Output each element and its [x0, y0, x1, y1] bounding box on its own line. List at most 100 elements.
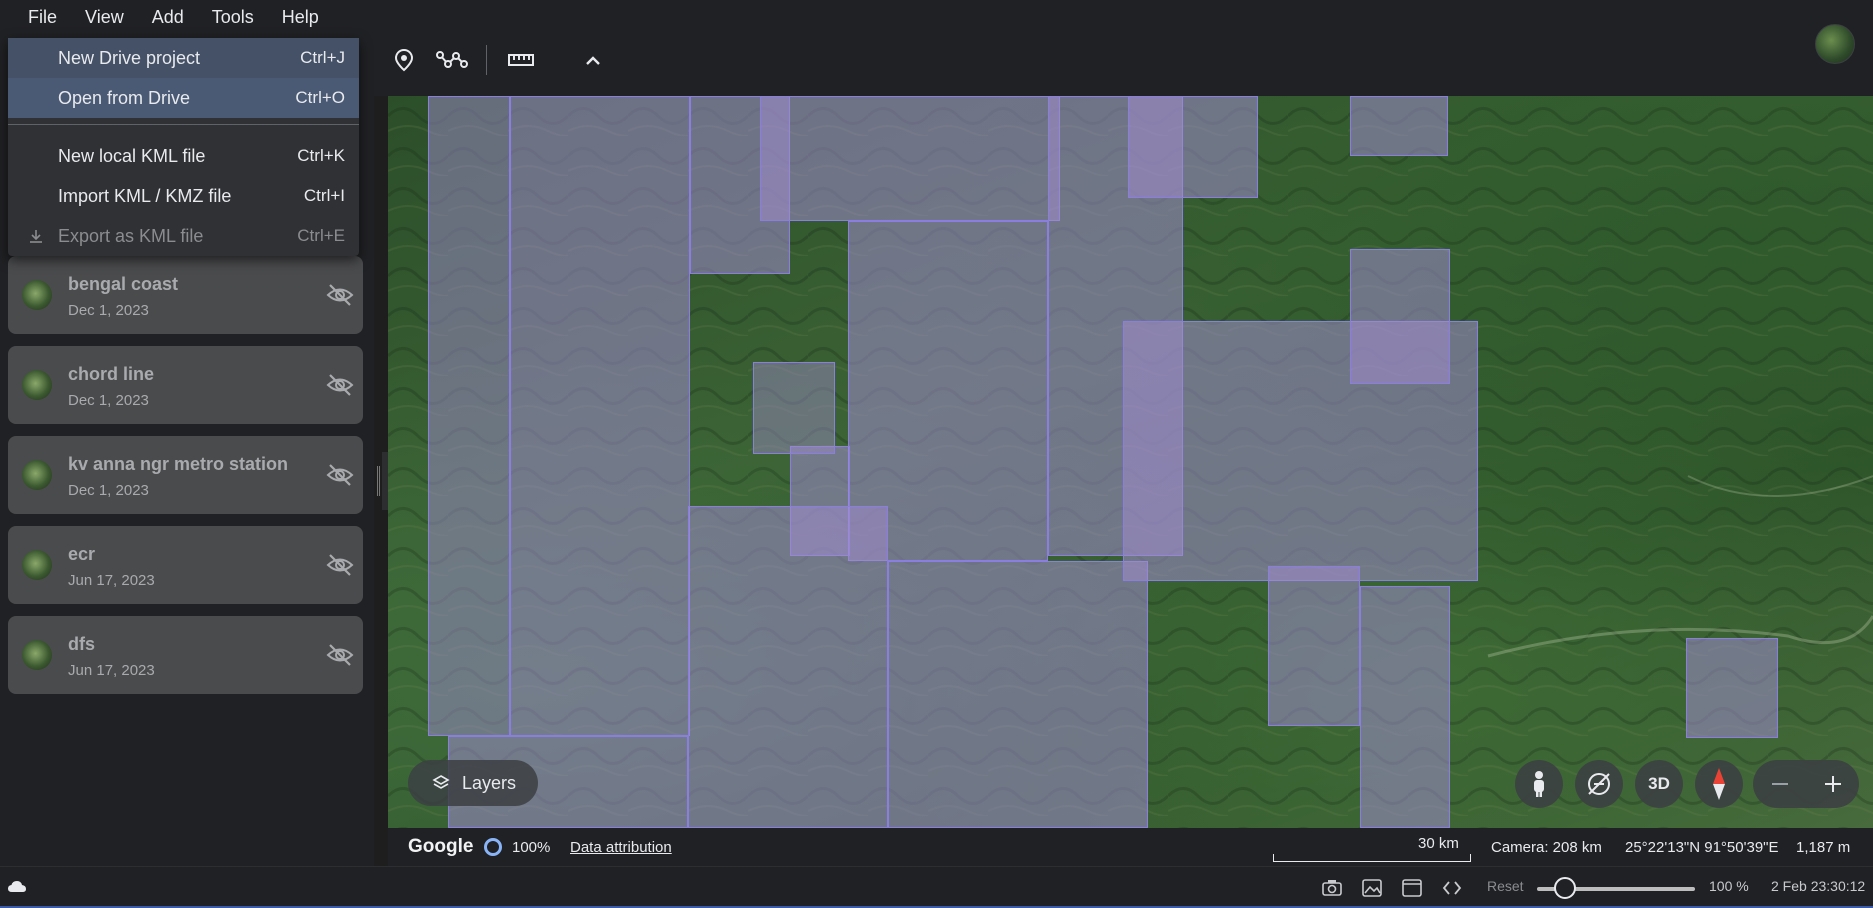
- project-date: Dec 1, 2023: [68, 392, 149, 409]
- menu-item-label: Import KML / KMZ file: [58, 185, 232, 206]
- project-date: Jun 17, 2023: [68, 662, 155, 679]
- 3d-toggle-button[interactable]: 3D: [1635, 760, 1683, 808]
- project-thumbnail: [22, 550, 52, 580]
- project-card[interactable]: kv anna ngr metro station Dec 1, 2023: [8, 436, 363, 514]
- project-thumbnail: [22, 460, 52, 490]
- project-card[interactable]: dfs Jun 17, 2023: [8, 616, 363, 694]
- project-card[interactable]: chord line Dec 1, 2023: [8, 346, 363, 424]
- image-icon[interactable]: [1361, 877, 1383, 899]
- zoom-out-icon[interactable]: [1769, 773, 1791, 795]
- menu-item-label: New local KML file: [58, 145, 206, 166]
- reset-button[interactable]: Reset: [1487, 878, 1524, 894]
- tilt-toggle-button[interactable]: [1575, 760, 1623, 808]
- frame-icon[interactable]: [1401, 877, 1423, 899]
- pegman-icon: [1534, 771, 1544, 797]
- project-name: dfs: [68, 634, 95, 654]
- menu-bar: File View Add Tools Help: [0, 0, 333, 34]
- project-date: Dec 1, 2023: [68, 302, 149, 319]
- cursor-coordinates: 25°22'13"N 91°50'39"E: [1625, 838, 1779, 856]
- visibility-off-icon[interactable]: [325, 460, 355, 490]
- overlay-tile: [428, 96, 510, 736]
- code-icon[interactable]: [1441, 877, 1463, 899]
- menu-file[interactable]: File: [14, 1, 71, 34]
- placemark-icon[interactable]: [380, 44, 428, 76]
- menu-divider: [8, 124, 359, 125]
- project-card[interactable]: ecr Jun 17, 2023: [8, 526, 363, 604]
- path-icon[interactable]: [428, 44, 476, 76]
- camera-icon[interactable]: [1321, 877, 1343, 899]
- overlay-tile: [760, 96, 1060, 221]
- overlay-tile: [1128, 96, 1258, 198]
- menu-help[interactable]: Help: [268, 1, 333, 34]
- scale-bar: [1273, 854, 1471, 862]
- 3d-label: 3D: [1648, 774, 1670, 793]
- panel-resize-handle[interactable]: [377, 466, 380, 496]
- project-name: ecr: [68, 544, 96, 564]
- menu-item-shortcut: Ctrl+E: [297, 226, 345, 245]
- compass-icon: [1713, 768, 1725, 800]
- overlay-tile: [888, 561, 1148, 828]
- menu-item-new-local-kml[interactable]: New local KML file Ctrl+K: [8, 136, 359, 176]
- menu-item-shortcut: Ctrl+J: [300, 48, 345, 67]
- menu-item-new-drive-project[interactable]: New Drive project Ctrl+J: [8, 38, 359, 78]
- compass-button[interactable]: [1695, 760, 1743, 808]
- zoom-slider-thumb[interactable]: [1554, 877, 1577, 899]
- project-thumbnail: [22, 640, 52, 670]
- chevron-up-icon[interactable]: [569, 44, 617, 76]
- menu-item-label: Export as KML file: [58, 225, 204, 246]
- overlay-tile: [510, 96, 690, 736]
- overlay-tile: [1268, 566, 1360, 726]
- bottom-bar: Reset 100 % 2 Feb 23:30:12: [0, 866, 1873, 908]
- layers-button[interactable]: Layers: [408, 760, 538, 806]
- opacity-value: 100%: [512, 838, 551, 856]
- overlay-tile: [688, 506, 888, 828]
- zoom-controls: [1753, 760, 1859, 808]
- overlay-tile: [1350, 249, 1450, 384]
- overlay-tile: [1350, 96, 1448, 156]
- project-date: Dec 1, 2023: [68, 482, 149, 499]
- visibility-off-icon[interactable]: [325, 550, 355, 580]
- app-window: File View Add Tools Help bengal coast Dec…: [0, 0, 1873, 908]
- pegman-button[interactable]: [1515, 760, 1563, 808]
- overlay-tile: [753, 362, 835, 454]
- account-avatar[interactable]: [1815, 24, 1855, 64]
- project-name: kv anna ngr metro station: [68, 454, 289, 474]
- menu-item-import-kml[interactable]: Import KML / KMZ file Ctrl+I: [8, 176, 359, 216]
- project-name: chord line: [68, 364, 155, 384]
- zoom-percentage: 100 %: [1709, 878, 1749, 894]
- menu-item-label: New Drive project: [58, 47, 201, 68]
- no-tilt-icon: [1588, 773, 1610, 795]
- layers-icon: [432, 775, 450, 789]
- google-logo: Google: [408, 836, 474, 857]
- project-thumbnail: [22, 370, 52, 400]
- cloud-icon[interactable]: [6, 876, 28, 898]
- menu-item-shortcut: Ctrl+I: [303, 186, 345, 205]
- menu-item-label: Open from Drive: [58, 87, 191, 108]
- menu-item-export-kml: Export as KML file Ctrl+E: [8, 216, 359, 256]
- project-card[interactable]: bengal coast Dec 1, 2023: [8, 256, 363, 334]
- menu-add[interactable]: Add: [138, 1, 198, 34]
- project-thumbnail: [22, 280, 52, 310]
- toolbar: [380, 44, 617, 76]
- clock: 2 Feb 23:30:12: [1771, 878, 1866, 894]
- menu-tools[interactable]: Tools: [198, 1, 268, 34]
- opacity-icon[interactable]: [484, 838, 502, 856]
- project-date: Jun 17, 2023: [68, 572, 155, 589]
- map-view[interactable]: [388, 96, 1873, 828]
- overlay-tile: [1360, 586, 1450, 828]
- file-menu-dropdown: New Drive project Ctrl+J Open from Drive…: [8, 38, 359, 256]
- menu-view[interactable]: View: [71, 1, 138, 34]
- camera-altitude: Camera: 208 km: [1491, 838, 1602, 856]
- data-attribution-link[interactable]: Data attribution: [570, 839, 672, 856]
- menu-item-open-from-drive[interactable]: Open from Drive Ctrl+O: [8, 78, 359, 118]
- map-status-bar: Google 100% Data attribution 30 km Camer…: [388, 828, 1873, 866]
- project-name: bengal coast: [68, 274, 179, 294]
- visibility-off-icon[interactable]: [325, 280, 355, 310]
- layers-label: Layers: [462, 772, 517, 793]
- download-icon: [30, 230, 42, 243]
- visibility-off-icon[interactable]: [325, 370, 355, 400]
- scale-label: 30 km: [1418, 835, 1459, 852]
- zoom-in-icon[interactable]: [1822, 773, 1844, 795]
- ruler-icon[interactable]: [497, 44, 545, 76]
- visibility-off-icon[interactable]: [325, 640, 355, 670]
